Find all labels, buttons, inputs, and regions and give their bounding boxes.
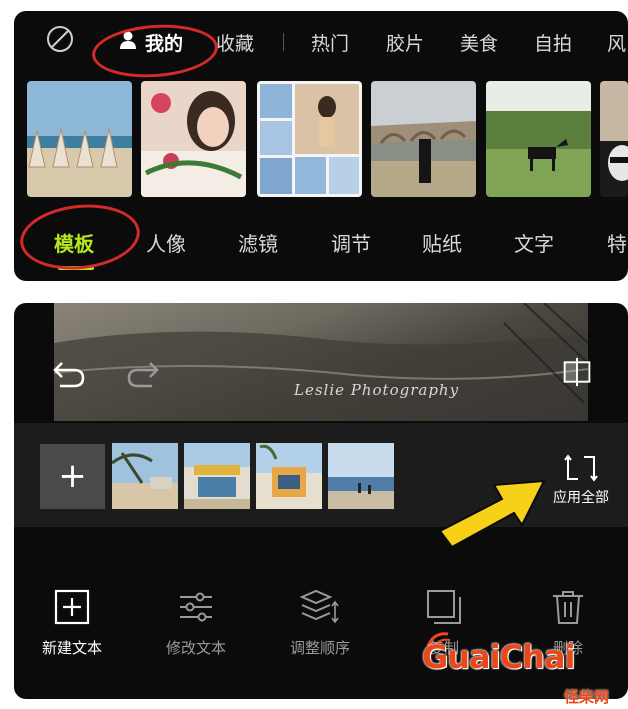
reorder-button[interactable]: 调整顺序 [270,589,370,658]
template-thumb-beach[interactable] [27,81,132,197]
template-thumb-portrait-flowers[interactable] [141,81,246,197]
apply-all-icon [564,454,598,482]
new-text-label: 新建文本 [41,639,102,657]
category-adjust[interactable]: 调节 [331,228,371,257]
tab-divider [283,33,284,51]
tab-film[interactable]: 胶片 [386,29,424,56]
template-thumb-bridge[interactable] [371,81,476,197]
redo-icon[interactable] [126,359,160,389]
logo-text: GuaiChai [422,638,575,676]
category-filter[interactable]: 滤镜 [238,228,278,257]
layers-icon [300,589,339,624]
no-filter-icon[interactable] [46,25,74,53]
trash-icon [553,591,583,624]
tab-selfie[interactable]: 自拍 [534,29,572,56]
edit-text-label: 修改文本 [165,639,226,657]
annotation-circle [16,198,144,276]
strip-thumb-shop[interactable] [184,443,250,509]
tab-hot[interactable]: 热门 [311,29,349,56]
template-thumb-partial[interactable] [600,81,628,197]
sliders-icon [180,592,212,622]
annotation-arrow [438,479,546,549]
strip-thumb-kiosk[interactable] [256,443,322,509]
reorder-label: 调整顺序 [289,639,350,657]
template-thumb-collage[interactable] [257,81,362,197]
undo-icon[interactable] [52,359,86,389]
category-text[interactable]: 文字 [514,228,554,257]
strip-thumb-sea[interactable] [328,443,394,509]
new-text-button[interactable]: 新建文本 [22,589,122,658]
tab-scenery[interactable]: 风 [607,29,626,56]
annotation-circle [90,20,220,82]
tab-favorites[interactable]: 收藏 [216,29,254,56]
category-effects[interactable]: 特 [607,228,627,257]
template-picker-panel: 我的 收藏 热门 胶片 美食 自拍 风 模板 人像 滤镜 调节 贴纸 文字 特 [14,11,628,281]
logo-subtext: 怪柴网 [564,688,610,706]
category-sticker[interactable]: 贴纸 [422,228,462,257]
category-portrait[interactable]: 人像 [146,228,186,257]
compare-icon[interactable] [560,357,594,387]
photo-watermark: Leslie Photography [294,381,460,399]
add-box-icon [54,589,90,625]
add-photo-button[interactable]: + [40,444,105,509]
template-thumb-goat[interactable] [486,81,591,197]
site-logo: GuaiChai 怪柴网 [422,628,628,708]
copy-icon [427,590,461,624]
top-tab-bar: 我的 收藏 热门 胶片 美食 自拍 风 [14,11,628,82]
strip-thumb-palm[interactable] [112,443,178,509]
edit-text-button[interactable]: 修改文本 [146,589,246,658]
tab-food[interactable]: 美食 [460,29,498,56]
